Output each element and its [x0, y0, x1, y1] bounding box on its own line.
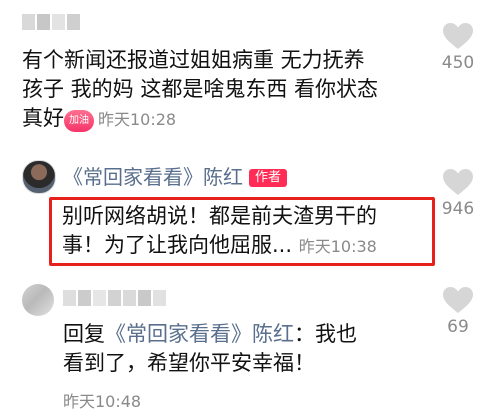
- avatar[interactable]: [22, 160, 56, 194]
- reply-target-name[interactable]: 《常回家看看》陈红: [105, 322, 294, 346]
- like-count: 450: [441, 53, 475, 73]
- like-count: 69: [447, 317, 469, 337]
- author-badge: 作者: [249, 169, 288, 187]
- comment-time: 昨天10:38: [298, 237, 377, 256]
- heart-icon: [443, 23, 473, 49]
- like-count: 946: [441, 199, 475, 219]
- comment-text: 有个新闻还报道过姐姐病重 无力抚养 孩子 我的妈 这都是啥鬼东西 看你状态 真好…: [22, 48, 379, 132]
- like-button[interactable]: 69: [428, 286, 488, 337]
- like-button[interactable]: 946: [428, 168, 488, 219]
- comment-time: 昨天10:48: [63, 392, 142, 411]
- blurred-username: [22, 14, 82, 30]
- like-button[interactable]: 450: [428, 22, 488, 73]
- comment-text: 回复《常回家看看》陈红：我也 看到了，希望你平安幸福！: [63, 322, 357, 375]
- comment-time: 昨天10:28: [98, 110, 177, 129]
- comment-text: 别听网络胡说！都是前夫渣男干的 事！为了让我向他屈服... 昨天10:38: [62, 204, 377, 257]
- blurred-username: [63, 290, 168, 306]
- heart-icon: [443, 287, 473, 313]
- heart-icon: [443, 169, 473, 195]
- author-name[interactable]: 《常回家看看》陈红: [63, 165, 243, 189]
- blurred-avatar: [22, 284, 54, 316]
- author-line: 《常回家看看》陈红 作者: [63, 164, 288, 190]
- jiayou-emoji-icon: 加油: [64, 110, 94, 132]
